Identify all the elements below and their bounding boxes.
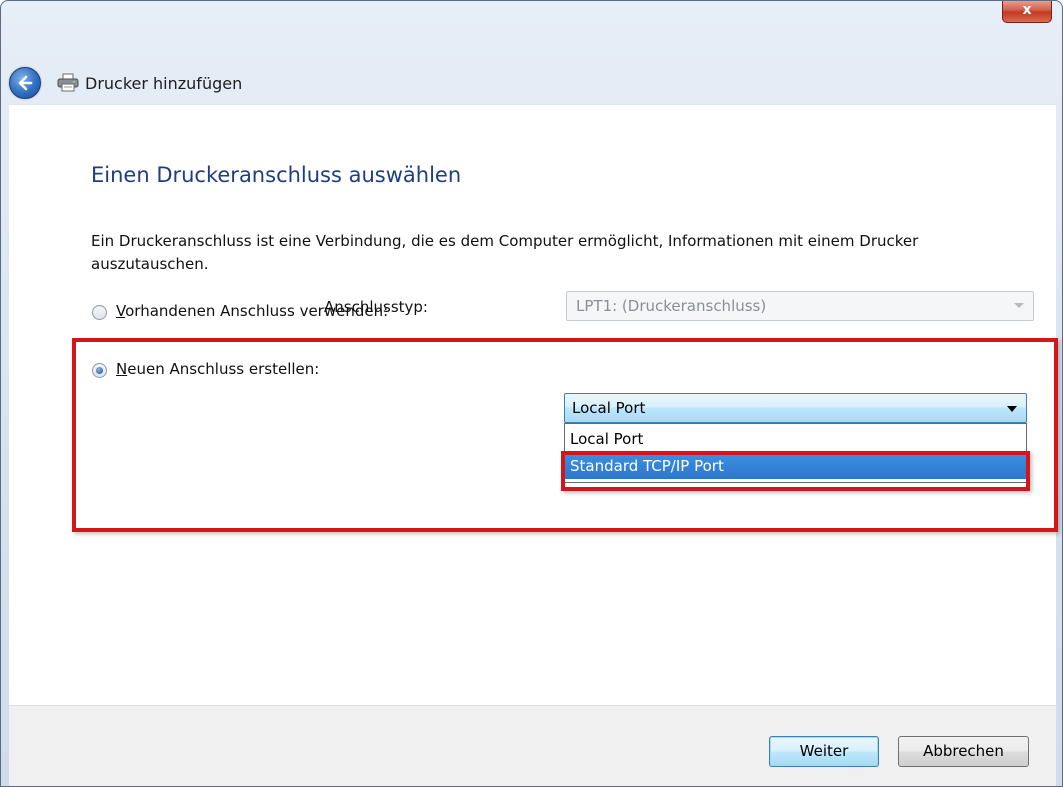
next-button[interactable]: Weiter [769, 736, 879, 767]
printer-icon [57, 73, 79, 92]
port-type-label: Anschlusstyp: [324, 298, 428, 316]
button-bar: Weiter Abbrechen [9, 705, 1056, 786]
existing-port-select: LPT1: (Druckeranschluss) [566, 291, 1034, 321]
navigation-bar: Drucker hinzufügen [9, 63, 1054, 103]
page-title: Einen Druckeranschluss auswählen [91, 163, 462, 187]
dialog-window: x Drucker hinzufügen Einen Druckeranschl… [0, 0, 1063, 787]
annotation-highlight-item [561, 451, 1030, 491]
page-description: Ein Druckeranschluss ist eine Verbindung… [91, 232, 919, 273]
window-title: Drucker hinzufügen [85, 73, 243, 93]
annotation-highlight-box [72, 338, 1058, 532]
cancel-button[interactable]: Abbrechen [898, 736, 1029, 767]
back-arrow-icon [18, 75, 33, 91]
close-button[interactable]: x [1002, 1, 1052, 23]
chevron-down-icon [1014, 303, 1024, 308]
back-button[interactable] [9, 67, 41, 99]
existing-port-value: LPT1: (Druckeranschluss) [576, 297, 767, 315]
close-icon: x [1022, 2, 1032, 18]
existing-port-radio[interactable] [92, 305, 107, 320]
